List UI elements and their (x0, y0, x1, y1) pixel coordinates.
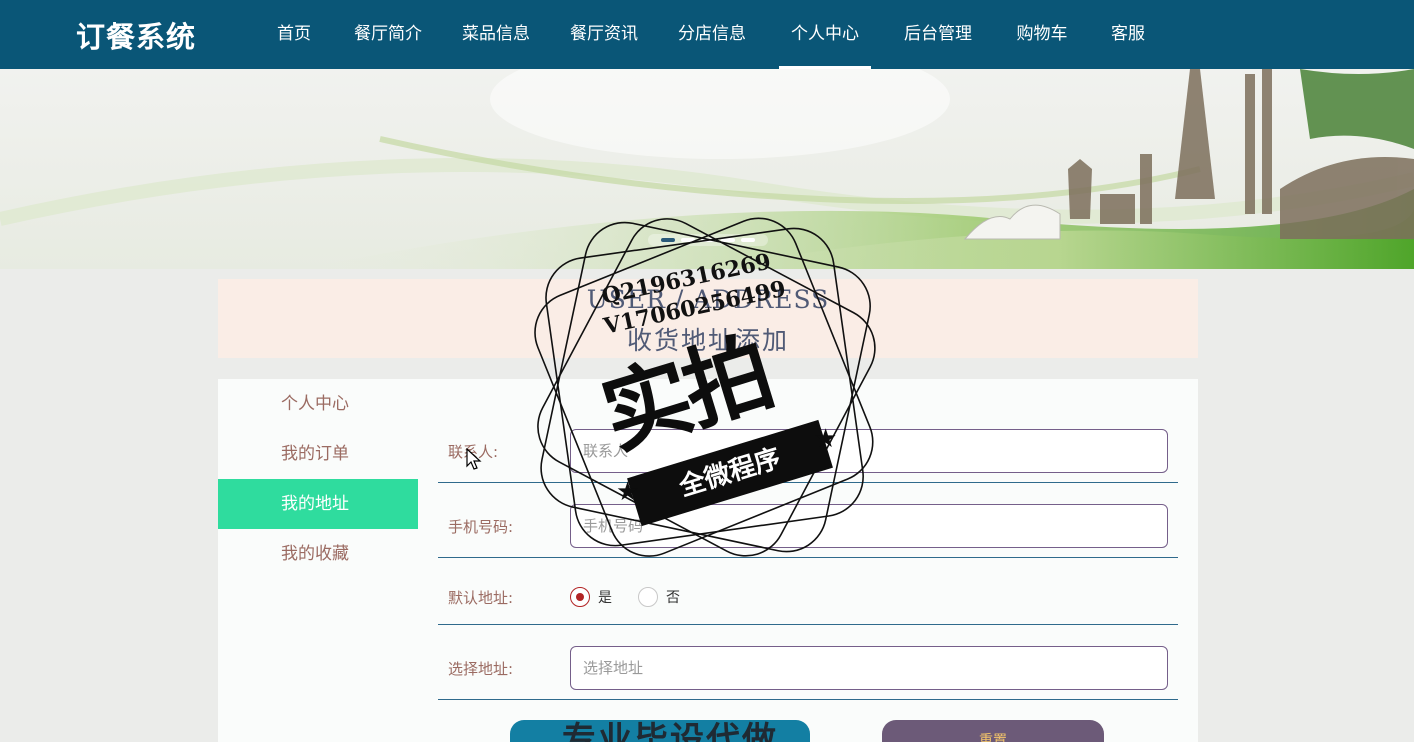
carousel-dot[interactable] (681, 238, 695, 242)
page-title-cn: 收货地址添加 (626, 326, 789, 355)
sidebar-item-address[interactable]: 我的地址 (218, 479, 418, 529)
default-address-label: 默认地址: (448, 589, 514, 607)
site-brand[interactable]: 订餐系统 (76, 14, 196, 56)
address-input[interactable] (570, 646, 1168, 690)
nav-support[interactable]: 客服 (1110, 0, 1146, 69)
nav-personal-center[interactable]: 个人中心 (779, 0, 871, 69)
form-row-phone: 手机号码: (438, 484, 1178, 558)
radio-yes-label: 是 (598, 590, 612, 606)
nav-branches[interactable]: 分店信息 (677, 0, 747, 69)
top-navbar: 订餐系统 首页 餐厅简介 菜品信息 餐厅资讯 分店信息 个人中心 后台管理 购物… (0, 0, 1414, 69)
carousel-dot[interactable] (721, 238, 735, 242)
hero-banner[interactable] (0, 69, 1414, 269)
address-label: 选择地址: (448, 660, 514, 678)
reset-button[interactable]: 重置 (882, 720, 1104, 742)
radio-unchecked-icon (638, 587, 658, 607)
carousel-dot[interactable] (701, 238, 715, 242)
mouse-cursor-icon (466, 448, 482, 470)
page-title-box: USER / ADDRESS 收货地址添加 (218, 279, 1198, 358)
page-title-en: USER / ADDRESS (586, 285, 830, 314)
carousel-dot[interactable] (661, 238, 675, 242)
main-panel: 个人中心 我的订单 我的地址 我的收藏 联系人: 手机号码: 默认地址: 是 否… (218, 379, 1198, 742)
contact-input[interactable] (570, 429, 1168, 473)
default-address-no-radio[interactable]: 否 (638, 587, 680, 607)
sidebar-item-orders[interactable]: 我的订单 (218, 429, 418, 479)
form-row-default-address: 默认地址: 是 否 (438, 551, 1178, 625)
carousel-dots (648, 234, 768, 246)
nav-about[interactable]: 餐厅简介 (353, 0, 423, 69)
form-row-address: 选择地址: (438, 626, 1178, 700)
radio-checked-icon (570, 587, 590, 607)
nav-news[interactable]: 餐厅资讯 (569, 0, 639, 69)
phone-input[interactable] (570, 504, 1168, 548)
nav-admin[interactable]: 后台管理 (903, 0, 973, 69)
phone-label: 手机号码: (448, 518, 514, 536)
sidebar-item-personal-center[interactable]: 个人中心 (218, 379, 418, 429)
nav-cart[interactable]: 购物车 (1015, 0, 1069, 69)
nav-dishes[interactable]: 菜品信息 (461, 0, 531, 69)
form-row-contact: 联系人: (438, 409, 1178, 483)
carousel-dot[interactable] (741, 238, 755, 242)
sidebar-item-favorites[interactable]: 我的收藏 (218, 529, 418, 579)
radio-no-label: 否 (666, 590, 680, 606)
submit-button[interactable] (510, 720, 810, 742)
nav-home[interactable]: 首页 (276, 0, 312, 69)
default-address-yes-radio[interactable]: 是 (570, 587, 612, 607)
